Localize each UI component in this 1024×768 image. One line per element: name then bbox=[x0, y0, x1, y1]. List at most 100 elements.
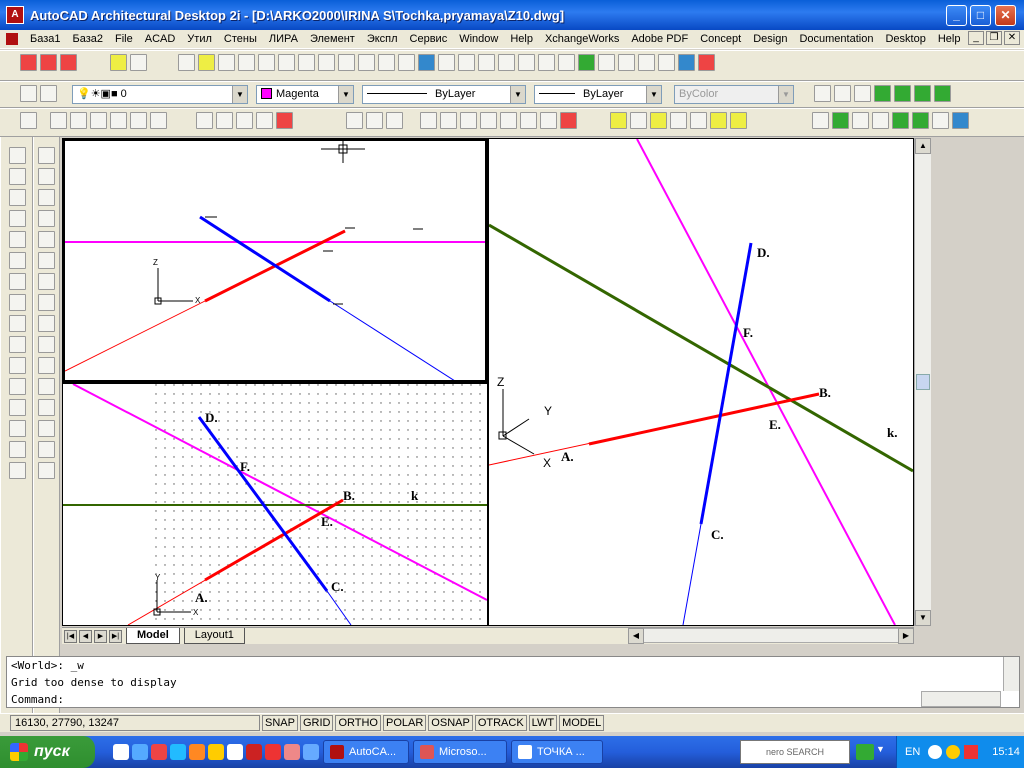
vertical-scrollbar[interactable]: ▲ ▼ bbox=[914, 138, 931, 626]
tab-model[interactable]: Model bbox=[126, 628, 180, 644]
ne-iso-icon[interactable] bbox=[236, 112, 253, 129]
ucs-left-icon[interactable] bbox=[710, 112, 727, 129]
aligned-dim-icon[interactable] bbox=[9, 168, 26, 185]
leader-icon[interactable] bbox=[9, 336, 26, 353]
scroll-up-icon[interactable]: ▲ bbox=[915, 138, 931, 154]
menu-acad[interactable]: ACAD bbox=[139, 33, 182, 45]
snap-from-icon[interactable] bbox=[458, 54, 475, 71]
viewport-front[interactable]: Z X bbox=[62, 138, 488, 383]
menu-element[interactable]: Элемент bbox=[304, 33, 361, 45]
nw-iso-icon[interactable] bbox=[256, 112, 273, 129]
winamp-icon[interactable] bbox=[208, 744, 224, 760]
menu-documentation[interactable]: Documentation bbox=[793, 33, 879, 45]
match-properties-icon[interactable] bbox=[358, 54, 375, 71]
horizontal-scrollbar[interactable]: ◀ ▶ bbox=[628, 628, 914, 644]
pan-icon[interactable] bbox=[498, 54, 515, 71]
scroll-right-icon[interactable]: ▶ bbox=[898, 628, 914, 644]
menu-baza1[interactable]: База1 bbox=[24, 33, 67, 45]
ucs-origin-icon[interactable] bbox=[440, 112, 457, 129]
ellipse-icon[interactable] bbox=[38, 336, 55, 353]
render-icon[interactable] bbox=[814, 85, 831, 102]
center-mark-icon[interactable] bbox=[9, 378, 26, 395]
archive-icon[interactable] bbox=[130, 54, 147, 71]
angular-dim-icon[interactable] bbox=[9, 252, 26, 269]
paste-icon[interactable] bbox=[338, 54, 355, 71]
dim-text-edit-icon[interactable] bbox=[9, 420, 26, 437]
scroll-left-icon[interactable]: ◀ bbox=[628, 628, 644, 644]
lineweight-dropdown[interactable]: ByLayer ▼ bbox=[534, 85, 662, 104]
3d-orbit-icon[interactable] bbox=[618, 54, 635, 71]
menu-lira[interactable]: ЛИРА bbox=[263, 33, 304, 45]
command-window[interactable]: <World>: _w Grid too dense to display Co… bbox=[6, 656, 1020, 708]
cube-material-icon[interactable] bbox=[914, 85, 931, 102]
polygon-icon[interactable] bbox=[38, 231, 55, 248]
menu-design[interactable]: Design bbox=[747, 33, 793, 45]
cut-icon[interactable] bbox=[298, 54, 315, 71]
ucs-object-icon[interactable] bbox=[500, 112, 517, 129]
front-view-icon[interactable] bbox=[130, 112, 147, 129]
nero-icon[interactable] bbox=[265, 744, 281, 760]
task-autocad[interactable]: AutoCA... bbox=[323, 740, 409, 764]
back-view-icon[interactable] bbox=[150, 112, 167, 129]
save-icon[interactable] bbox=[218, 54, 235, 71]
scene-icon[interactable] bbox=[834, 85, 851, 102]
linear-dim-icon[interactable] bbox=[9, 147, 26, 164]
sphere-icon[interactable] bbox=[894, 85, 911, 102]
last-tab-icon[interactable]: ▶| bbox=[109, 629, 122, 643]
dim-style-icon[interactable] bbox=[9, 462, 26, 479]
nero-search-box[interactable]: nero SEARCH bbox=[740, 740, 850, 764]
close-button[interactable]: ✕ bbox=[995, 5, 1016, 26]
task-word-doc[interactable]: ТОЧКА ... bbox=[511, 740, 603, 764]
layer-dropdown[interactable]: 💡☀▣■ 0 ▼ bbox=[72, 85, 248, 104]
model-toggle[interactable]: MODEL bbox=[559, 715, 605, 731]
menu-util[interactable]: Утил bbox=[181, 33, 218, 45]
ucs-x-icon[interactable] bbox=[610, 112, 627, 129]
menu-expl[interactable]: Экспл bbox=[361, 33, 404, 45]
region-icon[interactable] bbox=[38, 441, 55, 458]
dim-update-icon[interactable] bbox=[9, 441, 26, 458]
zoom-previous-icon[interactable] bbox=[558, 54, 575, 71]
se-iso-icon[interactable] bbox=[216, 112, 233, 129]
tolerance-icon[interactable] bbox=[9, 357, 26, 374]
ie-icon[interactable] bbox=[170, 744, 186, 760]
menu-window[interactable]: Window bbox=[453, 33, 504, 45]
multiline-icon[interactable] bbox=[38, 189, 55, 206]
tab-layout1[interactable]: Layout1 bbox=[183, 628, 245, 644]
print-icon[interactable] bbox=[238, 54, 255, 71]
first-tab-icon[interactable]: |◀ bbox=[64, 629, 77, 643]
baseline-dim-icon[interactable] bbox=[9, 294, 26, 311]
top-view-icon[interactable] bbox=[50, 112, 67, 129]
task-microsoft[interactable]: Microso... bbox=[413, 740, 507, 764]
properties-icon[interactable] bbox=[638, 54, 655, 71]
viewport-top[interactable]: Y X D. F. B. k E. A. C. bbox=[62, 383, 488, 626]
menu-desktop[interactable]: Desktop bbox=[879, 33, 931, 45]
menu-file[interactable]: File bbox=[109, 33, 139, 45]
landscape-2-icon[interactable] bbox=[912, 112, 929, 129]
continue-dim-icon[interactable] bbox=[9, 315, 26, 332]
command-prompt[interactable]: Command: bbox=[11, 691, 1019, 708]
open-folder-icon[interactable] bbox=[110, 54, 127, 71]
show-desktop-icon[interactable] bbox=[113, 744, 129, 760]
search-icon[interactable] bbox=[303, 744, 319, 760]
ucs-y-icon[interactable] bbox=[630, 112, 647, 129]
tray-arrow-icon[interactable] bbox=[928, 745, 943, 759]
prev-tab-icon[interactable]: ◀ bbox=[79, 629, 92, 643]
help-icon[interactable] bbox=[698, 54, 715, 71]
network-icon[interactable] bbox=[132, 744, 148, 760]
ucs-z-icon[interactable] bbox=[460, 112, 477, 129]
arc-icon[interactable] bbox=[38, 273, 55, 290]
search-go-icon[interactable] bbox=[856, 744, 874, 760]
scroll-thumb[interactable] bbox=[916, 374, 930, 390]
ucs-face-icon[interactable] bbox=[520, 112, 537, 129]
spline-icon[interactable] bbox=[38, 315, 55, 332]
wall-tool-icon[interactable] bbox=[932, 112, 949, 129]
aerial-view-icon[interactable] bbox=[578, 54, 595, 71]
lwt-toggle[interactable]: LWT bbox=[528, 715, 558, 731]
tool-icon[interactable] bbox=[284, 744, 300, 760]
line-icon[interactable] bbox=[38, 147, 55, 164]
maximize-button[interactable]: □ bbox=[970, 5, 991, 26]
ucs-top-icon[interactable] bbox=[670, 112, 687, 129]
hyperlink-icon[interactable] bbox=[418, 54, 435, 71]
solid-box-icon[interactable] bbox=[812, 112, 829, 129]
point-icon[interactable] bbox=[38, 399, 55, 416]
